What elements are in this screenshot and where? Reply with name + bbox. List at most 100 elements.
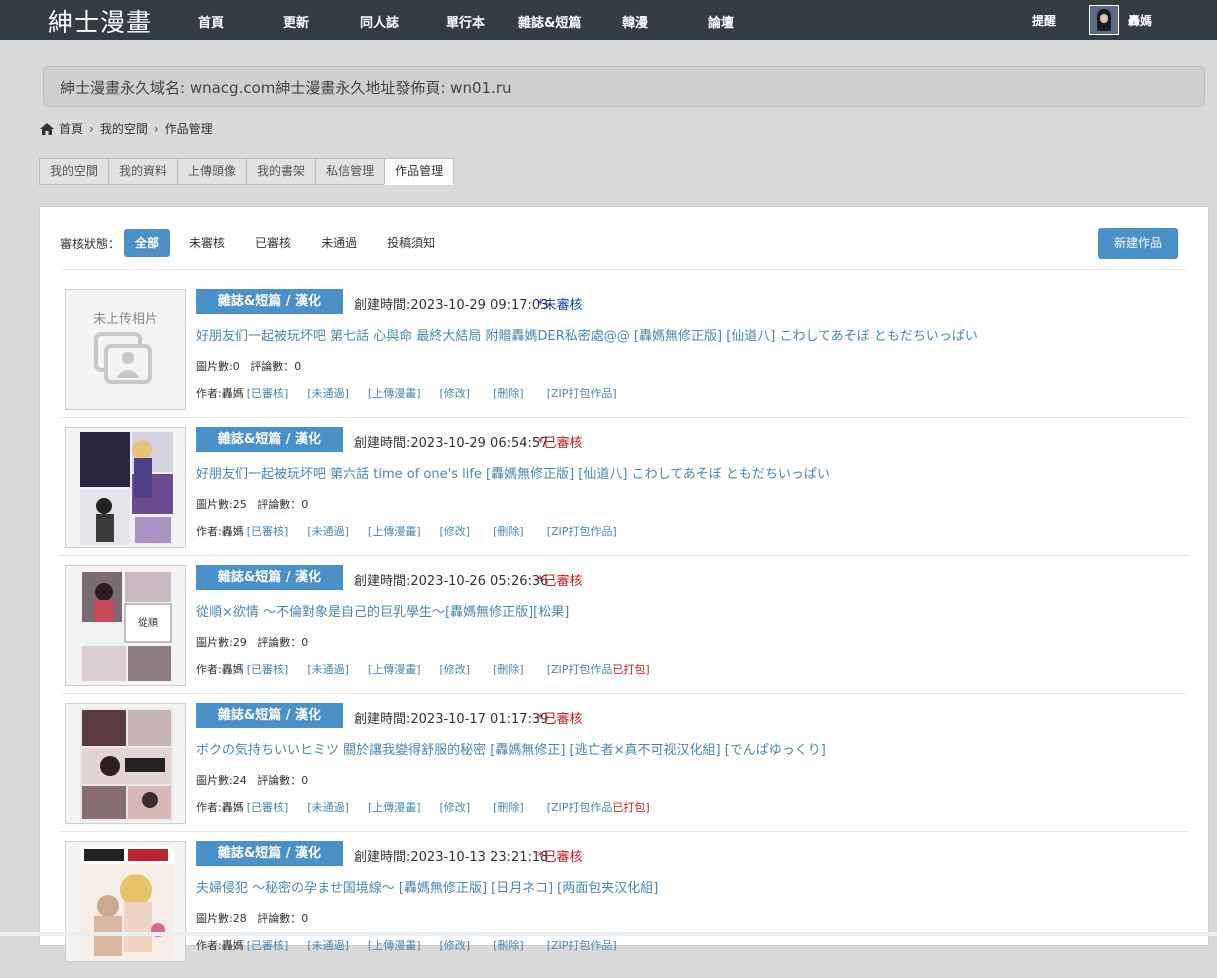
- work-thumbnail[interactable]: [65, 703, 186, 824]
- approve-link[interactable]: [已審核]: [247, 523, 289, 539]
- category-badge[interactable]: 雜誌&短篇 / 漢化: [196, 289, 343, 314]
- divider: [60, 693, 1188, 694]
- category-badge[interactable]: 雜誌&短篇 / 漢化: [196, 427, 343, 452]
- divider: [60, 417, 1188, 418]
- work-counts: 圖片數:0 評論數：0: [196, 358, 301, 374]
- nav-forum[interactable]: 論壇: [708, 12, 734, 31]
- edit-link[interactable]: [修改]: [440, 523, 471, 539]
- reject-link[interactable]: [未通過]: [307, 937, 349, 953]
- zip-pack-link[interactable]: [ZIP打包作品]: [547, 385, 617, 401]
- chevron-right-icon: ›: [89, 121, 94, 136]
- work-actions: 作者:轟媽 [已審核] [未通過] [上傳漫畫] [修改] [刪除] [ZIP打…: [196, 385, 617, 401]
- nav-home[interactable]: 首頁: [198, 12, 224, 31]
- work-title-link[interactable]: 好朋友们一起被玩坏吧 第七話 心與命 最終大結局 附贈轟媽DER私密處@@ [轟…: [196, 325, 978, 344]
- filter-all[interactable]: 全部: [124, 229, 171, 257]
- delete-link[interactable]: [刪除]: [493, 661, 524, 677]
- nav-korean[interactable]: 韓漫: [622, 12, 648, 31]
- work-thumbnail-placeholder[interactable]: 未上传相片: [65, 289, 186, 410]
- review-status: *已審核: [537, 436, 583, 451]
- nav-doujinshi[interactable]: 同人誌: [360, 12, 399, 31]
- filter-label: 審核狀態：: [60, 236, 121, 251]
- upload-comic-link[interactable]: [上傳漫畫]: [368, 937, 421, 953]
- created-time: 創建時間:2023-10-13 23:21:18: [354, 850, 549, 865]
- reject-link[interactable]: [未通過]: [307, 799, 349, 815]
- tab-works-management[interactable]: 作品管理: [384, 158, 455, 185]
- work-title-link[interactable]: 夫婦侵犯 ～秘密の孕ませ国境線～ [轟媽無修正版] [日月ネコ] [两面包夹汉化…: [196, 877, 658, 896]
- breadcrumb-my-space[interactable]: 我的空間: [100, 120, 148, 137]
- delete-link[interactable]: [刪除]: [493, 385, 524, 401]
- delete-link[interactable]: [刪除]: [493, 799, 524, 815]
- category-badge[interactable]: 雜誌&短篇 / 漢化: [196, 703, 343, 728]
- category-badge[interactable]: 雜誌&短篇 / 漢化: [196, 841, 343, 866]
- comment-count: 評論數：0: [257, 636, 309, 649]
- reject-link[interactable]: [未通過]: [307, 661, 349, 677]
- nav-magazine[interactable]: 雜誌&短篇: [518, 12, 581, 31]
- horizontal-scrollbar[interactable]: [0, 932, 1217, 936]
- work-actions: 作者:轟媽 [已審核] [未通過] [上傳漫畫] [修改] [刪除] [ZIP打…: [196, 523, 617, 539]
- approve-link[interactable]: [已審核]: [247, 799, 289, 815]
- pic-count: 圖片數:0: [196, 360, 240, 373]
- created-time: 創建時間:2023-10-29 06:54:57: [354, 436, 549, 451]
- delete-link[interactable]: [刪除]: [493, 937, 524, 953]
- tab-messages[interactable]: 私信管理: [315, 158, 385, 185]
- nav-tankoubon[interactable]: 單行本: [446, 12, 485, 31]
- work-item: 雜誌&短篇 / 漢化 創建時間:2023-10-29 06:54:57 *已審核…: [65, 427, 1188, 564]
- tab-upload-avatar[interactable]: 上傳頭像: [177, 158, 247, 185]
- work-thumbnail[interactable]: 從順: [65, 565, 186, 686]
- review-status: *已審核: [537, 712, 583, 727]
- avatar[interactable]: [1089, 5, 1119, 35]
- work-item: 雜誌&短篇 / 漢化 創建時間:2023-10-13 23:21:18 *已審核…: [65, 841, 1188, 978]
- submission-guide-link[interactable]: 投稿須知: [376, 229, 446, 257]
- upload-comic-link[interactable]: [上傳漫畫]: [368, 661, 421, 677]
- filter-reviewed[interactable]: 已審核: [244, 229, 302, 257]
- edit-link[interactable]: [修改]: [440, 937, 471, 953]
- author-label: 作者:轟媽: [196, 801, 244, 814]
- work-title-link[interactable]: 從順×欲情 ～不倫對象是自己的巨乳學生～[轟媽無修正版][松果]: [196, 601, 569, 620]
- delete-link[interactable]: [刪除]: [493, 523, 524, 539]
- author-label: 作者:轟媽: [196, 387, 244, 400]
- reject-link[interactable]: [未通過]: [307, 385, 349, 401]
- work-item: 雜誌&短篇 / 漢化 創建時間:2023-10-17 01:17:39 *已審核…: [65, 703, 1188, 840]
- zip-pack-link[interactable]: [ZIP打包作品]: [547, 523, 617, 539]
- upload-comic-link[interactable]: [上傳漫畫]: [368, 523, 421, 539]
- work-actions: 作者:轟媽 [已審核] [未通過] [上傳漫畫] [修改] [刪除] [ZIP打…: [196, 799, 650, 815]
- work-title-link[interactable]: ボクの気持ちいいヒミツ 關於讓我變得舒服的秘密 [轟媽無修正] [逃亡者×真不可…: [196, 739, 826, 758]
- edit-link[interactable]: [修改]: [440, 661, 471, 677]
- work-title-link[interactable]: 好朋友们一起被玩坏吧 第六話 time of one's life [轟媽無修正…: [196, 463, 830, 482]
- new-work-button[interactable]: 新建作品: [1098, 228, 1178, 259]
- tab-my-bookshelf[interactable]: 我的書架: [246, 158, 316, 185]
- zip-pack-link[interactable]: [ZIP打包作品]: [547, 937, 617, 953]
- approve-link[interactable]: [已審核]: [247, 385, 289, 401]
- divider: [60, 269, 1188, 270]
- zip-pack-link[interactable]: [ZIP打包作品: [547, 799, 613, 815]
- reject-link[interactable]: [未通過]: [307, 523, 349, 539]
- nav-updates[interactable]: 更新: [283, 12, 309, 31]
- breadcrumb-home[interactable]: 首頁: [59, 120, 83, 137]
- created-time: 創建時間:2023-10-29 09:17:03: [354, 298, 549, 313]
- home-icon[interactable]: [40, 122, 54, 135]
- approve-link[interactable]: [已審核]: [247, 661, 289, 677]
- filter-rejected[interactable]: 未通過: [310, 229, 368, 257]
- zip-pack-link[interactable]: [ZIP打包作品: [547, 661, 613, 677]
- site-logo[interactable]: 紳士漫畫: [48, 3, 152, 39]
- breadcrumb: 首頁 › 我的空間 › 作品管理: [40, 120, 213, 137]
- tab-my-profile[interactable]: 我的資料: [108, 158, 178, 185]
- upload-comic-link[interactable]: [上傳漫畫]: [368, 799, 421, 815]
- divider: [60, 555, 1188, 556]
- pic-count: 圖片數:29: [196, 636, 247, 649]
- work-thumbnail[interactable]: [65, 841, 186, 962]
- pic-count: 圖片數:28: [196, 912, 247, 925]
- category-badge[interactable]: 雜誌&短篇 / 漢化: [196, 565, 343, 590]
- upload-comic-link[interactable]: [上傳漫畫]: [368, 385, 421, 401]
- notifications-link[interactable]: 提醒: [1032, 12, 1056, 29]
- edit-link[interactable]: [修改]: [440, 385, 471, 401]
- tab-my-space[interactable]: 我的空間: [39, 158, 109, 185]
- review-status: *已審核: [537, 574, 583, 589]
- edit-link[interactable]: [修改]: [440, 799, 471, 815]
- work-actions: 作者:轟媽 [已審核] [未通過] [上傳漫畫] [修改] [刪除] [ZIP打…: [196, 661, 650, 677]
- approve-link[interactable]: [已審核]: [247, 937, 289, 953]
- work-item: 未上传相片 雜誌&短篇 / 漢化 創建時間:2023-10-29 09:17:0…: [65, 289, 1188, 426]
- filter-unreviewed[interactable]: 未審核: [178, 229, 236, 257]
- work-thumbnail[interactable]: [65, 427, 186, 548]
- username-link[interactable]: 轟媽: [1128, 12, 1152, 29]
